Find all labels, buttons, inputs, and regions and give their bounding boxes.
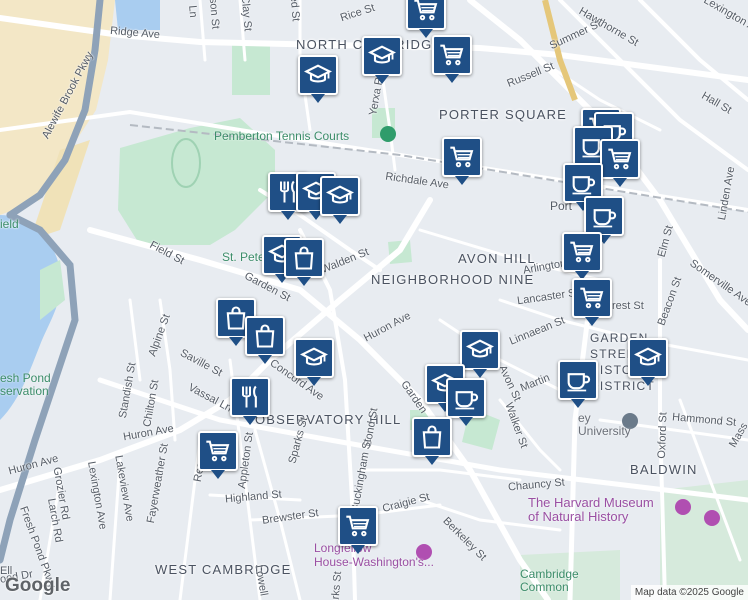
label-ln: Ln — [186, 4, 200, 19]
cart-icon — [568, 238, 596, 266]
coffee-icon — [564, 366, 592, 394]
label-baldwin: BALDWIN — [630, 462, 698, 477]
shopping-bag-pin[interactable] — [284, 238, 324, 286]
restaurant-pin[interactable] — [230, 377, 270, 425]
map-attribution: Map data ©2025 Google — [630, 585, 748, 600]
coffee-pin[interactable] — [584, 196, 624, 244]
label-west-cambridge: WEST CAMBRIDGE — [155, 562, 292, 577]
museum-marker-2[interactable] — [704, 510, 720, 526]
school-icon — [304, 61, 332, 89]
school-pin[interactable] — [628, 338, 668, 386]
label-lesley-university[interactable]: ey University — [578, 412, 631, 438]
cart-pin[interactable] — [572, 278, 612, 326]
school-pin[interactable] — [294, 338, 334, 386]
coffee-icon — [569, 169, 597, 197]
museum-marker[interactable] — [675, 499, 691, 515]
cart-pin[interactable] — [406, 0, 446, 38]
school-icon — [300, 344, 328, 372]
label-field: ield — [0, 217, 19, 231]
label-son-st: son St — [206, 0, 222, 30]
cart-icon — [438, 41, 466, 69]
coffee-pin[interactable] — [558, 360, 598, 408]
cart-pin[interactable] — [600, 139, 640, 187]
shopping-bag-icon — [418, 423, 446, 451]
school-pin[interactable] — [362, 36, 402, 84]
cart-icon — [606, 145, 634, 173]
shopping-bag-icon — [251, 322, 279, 350]
label-oxford-st: Oxford St — [655, 412, 670, 459]
cart-pin[interactable] — [442, 137, 482, 185]
coffee-icon — [590, 202, 618, 230]
coffee-pin[interactable] — [446, 378, 486, 426]
tennis-court-marker[interactable] — [380, 126, 396, 142]
label-fresh-pond-reservation[interactable]: esh Pond servation — [0, 372, 51, 398]
school-icon — [326, 182, 354, 210]
label-marks-st: arks St — [329, 570, 345, 600]
school-icon — [368, 42, 396, 70]
label-forest-st: rest St — [612, 300, 644, 312]
label-observatory-hill: OBSERVATORY HILL — [255, 412, 402, 427]
school-pin[interactable] — [320, 176, 360, 224]
label-st-peter: St. Pete — [222, 250, 265, 264]
school-icon — [634, 344, 662, 372]
label-porter-square: PORTER SQUARE — [439, 107, 568, 122]
label-harvard-museum[interactable]: The Harvard Museum of Natural History — [528, 496, 654, 524]
map-canvas[interactable]: NORTH CAMBRIDGE PORTER SQUARE AVON HILL … — [0, 0, 748, 600]
cart-icon — [448, 143, 476, 171]
label-reed-st: eed St — [287, 0, 302, 22]
cart-pin[interactable] — [432, 35, 472, 83]
cart-icon — [412, 0, 440, 24]
cart-pin[interactable] — [338, 506, 378, 554]
school-pin[interactable] — [298, 55, 338, 103]
shopping-bag-icon — [290, 244, 318, 272]
coffee-icon — [452, 384, 480, 412]
label-neighborhood-nine: NEIGHBORHOOD NINE — [371, 272, 535, 287]
cart-pin[interactable] — [198, 431, 238, 479]
label-pemberton-tennis[interactable]: Pemberton Tennis Courts — [214, 130, 349, 142]
restaurant-icon — [236, 383, 264, 411]
label-clay-st: Clay St — [238, 0, 254, 32]
label-cambridge-common[interactable]: Cambridge Common — [520, 568, 579, 594]
shopping-bag-pin[interactable] — [245, 316, 285, 364]
google-logo: Google — [5, 575, 71, 596]
label-avon-hill: AVON HILL — [458, 251, 536, 266]
school-icon — [466, 336, 494, 364]
cart-icon — [204, 437, 232, 465]
cart-icon — [344, 512, 372, 540]
shopping-bag-pin[interactable] — [412, 417, 452, 465]
cart-pin[interactable] — [562, 232, 602, 280]
cart-icon — [578, 284, 606, 312]
school-pin[interactable] — [460, 330, 500, 378]
